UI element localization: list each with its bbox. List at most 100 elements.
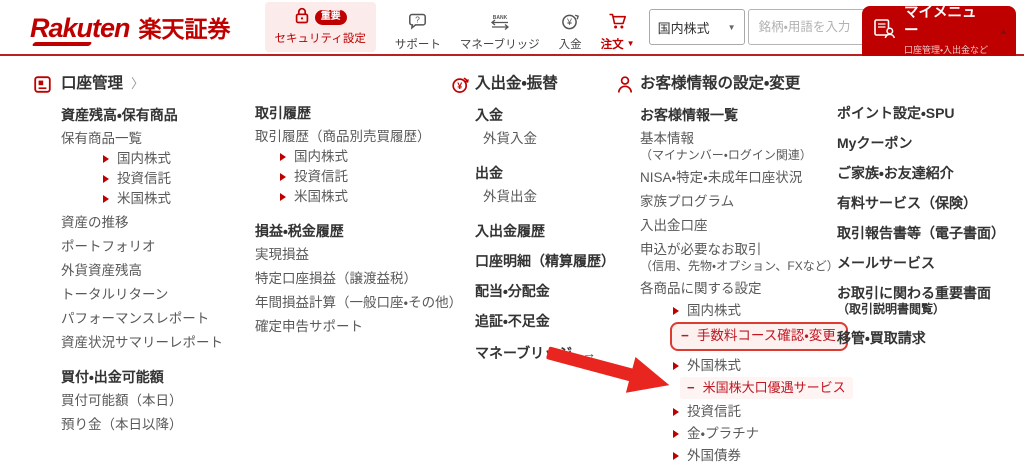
customer-settings-title[interactable]: お客様情報の設定・変更	[617, 74, 845, 94]
section-withdrawal[interactable]: 出金	[475, 164, 640, 182]
dash-icon: −	[681, 328, 689, 343]
link-asset-transition[interactable]: 資産の推移	[61, 214, 266, 232]
select-caret-down-icon: ▼	[727, 22, 736, 32]
svg-text:¥: ¥	[566, 17, 573, 27]
nav-order-label: 注文	[600, 39, 624, 51]
red-triangle-icon	[673, 452, 679, 460]
section-buying-power: 買付・出金可能額	[61, 369, 164, 385]
nav-security-label: セキュリティ設定	[274, 33, 366, 45]
link-specific-account-pl[interactable]: 特定口座損益（譲渡益税）	[255, 270, 460, 288]
nav-support[interactable]: ? サポート	[395, 13, 441, 52]
link-foreign-withdrawal[interactable]: 外貨出金	[483, 188, 640, 206]
link-dividends[interactable]: 配当・分配金	[475, 282, 640, 300]
nav-money-bridge[interactable]: BANK マネーブリッジ	[460, 13, 540, 52]
rakuten-logo[interactable]: Rakuten 楽天証券	[30, 10, 231, 44]
link-nisa-account-status[interactable]: NISA・特定・未成年口座状況	[640, 169, 845, 187]
account-management-title[interactable]: 口座管理 〉	[34, 74, 266, 94]
link-realized-pl[interactable]: 実現損益	[255, 246, 460, 264]
logo-brand-text: Rakuten	[30, 13, 131, 43]
caret-up-icon: ▲	[999, 26, 1008, 36]
sub-link-us-stocks[interactable]: 米国株式	[103, 190, 266, 208]
link-money-bridge[interactable]: マネーブリッジ →	[475, 344, 640, 362]
link-point-settings-spu[interactable]: ポイント設定・SPU	[837, 104, 1019, 122]
link-us-preferred-service[interactable]: − 米国株大口優遇サービス	[680, 377, 853, 399]
link-foreign-currency-balance[interactable]: 外貨資産残高	[61, 262, 266, 280]
red-triangle-icon	[103, 155, 109, 163]
link-tax-return-support[interactable]: 確定申告サポート	[255, 318, 460, 336]
deposit-icon: ¥	[561, 13, 580, 33]
link-buying-power-today[interactable]: 買付可能額（本日）	[61, 392, 266, 410]
link-foreign-deposit[interactable]: 外貨入金	[483, 130, 640, 148]
link-deposit-balance[interactable]: 預り金（本日以降）	[61, 416, 266, 434]
important-badge: 重要	[314, 9, 347, 25]
mega-menu: 口座管理 〉 資産残高・保有商品 保有商品一覧 国内株式 投資信託 米国株式 資…	[0, 56, 1024, 463]
link-cash-history[interactable]: 入出金履歴	[475, 222, 640, 240]
svg-text:¥: ¥	[457, 81, 462, 91]
caret-down-icon: ▼	[626, 39, 635, 48]
link-transfer-buyback-request[interactable]: 移管・買取請求	[837, 329, 1019, 347]
link-family-friend-referral[interactable]: ご家族・お友達紹介	[837, 164, 1019, 182]
support-icon: ?	[408, 13, 428, 33]
link-paid-services[interactable]: 有料サービス（保険）	[837, 194, 1019, 212]
link-total-return[interactable]: トータルリターン	[61, 286, 266, 304]
sub-link-domestic-stocks[interactable]: 国内株式	[103, 150, 266, 168]
link-portfolio[interactable]: ポートフォリオ	[61, 238, 266, 256]
lock-icon	[294, 7, 310, 27]
my-menu-button[interactable]: マイメニュー 口座管理・入出金など ▲	[862, 5, 1016, 56]
sub-link-foreign-stocks[interactable]: 外国株式	[673, 357, 845, 375]
nav-deposit[interactable]: ¥ 入金	[559, 13, 582, 52]
link-account-statement[interactable]: 口座明細（精算履歴）	[475, 252, 640, 270]
link-application-required-trades[interactable]: 申込が必要なお取引 （信用、先物・オプション、FXなど）	[640, 241, 845, 274]
link-important-documents[interactable]: お取引に関わる重要書面 （取引説明書閲覧）	[837, 284, 1019, 317]
sub-link-domestic-stocks[interactable]: 国内株式	[673, 302, 845, 320]
section-customer-info-list: お客様情報一覧	[640, 107, 738, 123]
link-trade-history-by-product[interactable]: 取引履歴（商品別売買履歴）	[255, 128, 460, 146]
account-book-icon	[33, 75, 52, 94]
bank-icon: BANK	[487, 13, 513, 33]
cart-icon	[608, 13, 628, 33]
link-asset-summary-report[interactable]: 資産状況サマリーレポート	[61, 334, 266, 352]
link-cash-account[interactable]: 入出金口座	[640, 217, 845, 235]
svg-text:?: ?	[415, 15, 420, 25]
red-triangle-icon	[673, 408, 679, 416]
sub-link-gold-platinum[interactable]: 金・プラチナ	[673, 425, 845, 443]
section-deposit[interactable]: 入金	[475, 106, 640, 124]
nav-order[interactable]: 注文 ▼	[601, 13, 635, 52]
column-account-management: 口座管理 〉 資産残高・保有商品 保有商品一覧 国内株式 投資信託 米国株式 資…	[34, 74, 266, 434]
header-nav: 重要 セキュリティ設定 ? サポート BANK マネーブリッジ ¥ 入金 注文 …	[264, 2, 635, 52]
link-basic-info[interactable]: 基本情報 （マイナンバー・ログイン関連）	[640, 130, 845, 163]
sub-link-mutual-funds[interactable]: 投資信託	[673, 403, 845, 421]
highlighted-fee-course-link[interactable]: − 手数料コース確認・変更	[670, 322, 848, 351]
column-cash-transfer: ¥ 入出金・振替 入金 外貨入金 出金 外貨出金 入出金履歴 口座明細（精算履歴…	[452, 74, 640, 362]
sub-link-mutual-funds[interactable]: 投資信託	[280, 168, 460, 186]
link-trade-reports[interactable]: 取引報告書等（電子書面）	[837, 224, 1019, 242]
link-margin-call[interactable]: 追証・不足金	[475, 312, 640, 330]
nav-support-label: サポート	[394, 39, 441, 51]
section-trade-history: 取引履歴	[255, 105, 311, 121]
my-menu-sublabel: 口座管理・入出金など	[904, 45, 989, 55]
link-annual-pl-calc[interactable]: 年間損益計算（一般口座・その他）	[255, 294, 462, 312]
transfer-icon: ¥	[451, 75, 470, 94]
section-asset-balance: 資産残高・保有商品	[61, 107, 178, 123]
link-family-program[interactable]: 家族プログラム	[640, 193, 845, 211]
category-select-value: 国内株式	[657, 20, 710, 36]
link-mail-service[interactable]: メールサービス	[837, 254, 1019, 272]
red-triangle-icon	[673, 430, 679, 438]
sub-link-us-stocks[interactable]: 米国株式	[280, 188, 460, 206]
person-icon	[616, 75, 634, 94]
link-holdings-list[interactable]: 保有商品一覧	[61, 130, 266, 148]
link-product-settings[interactable]: 各商品に関する設定	[640, 280, 845, 298]
red-triangle-icon	[103, 195, 109, 203]
column-services: ポイント設定・SPU Myクーポン ご家族・お友達紹介 有料サービス（保険） 取…	[837, 104, 1019, 347]
red-triangle-icon	[280, 193, 286, 201]
nav-security-settings[interactable]: 重要 セキュリティ設定	[264, 2, 376, 52]
sub-link-mutual-funds[interactable]: 投資信託	[103, 170, 266, 188]
logo-suffix-text: 楽天証券	[138, 16, 231, 42]
link-my-coupon[interactable]: Myクーポン	[837, 134, 1019, 152]
sub-link-domestic-stocks[interactable]: 国内株式	[280, 148, 460, 166]
category-select[interactable]: 国内株式 ▼	[648, 9, 745, 45]
link-performance-report[interactable]: パフォーマンスレポート	[61, 310, 266, 328]
red-triangle-icon	[280, 153, 286, 161]
sub-link-foreign-bonds[interactable]: 外国債券	[673, 447, 845, 465]
my-menu-icon	[873, 18, 896, 44]
